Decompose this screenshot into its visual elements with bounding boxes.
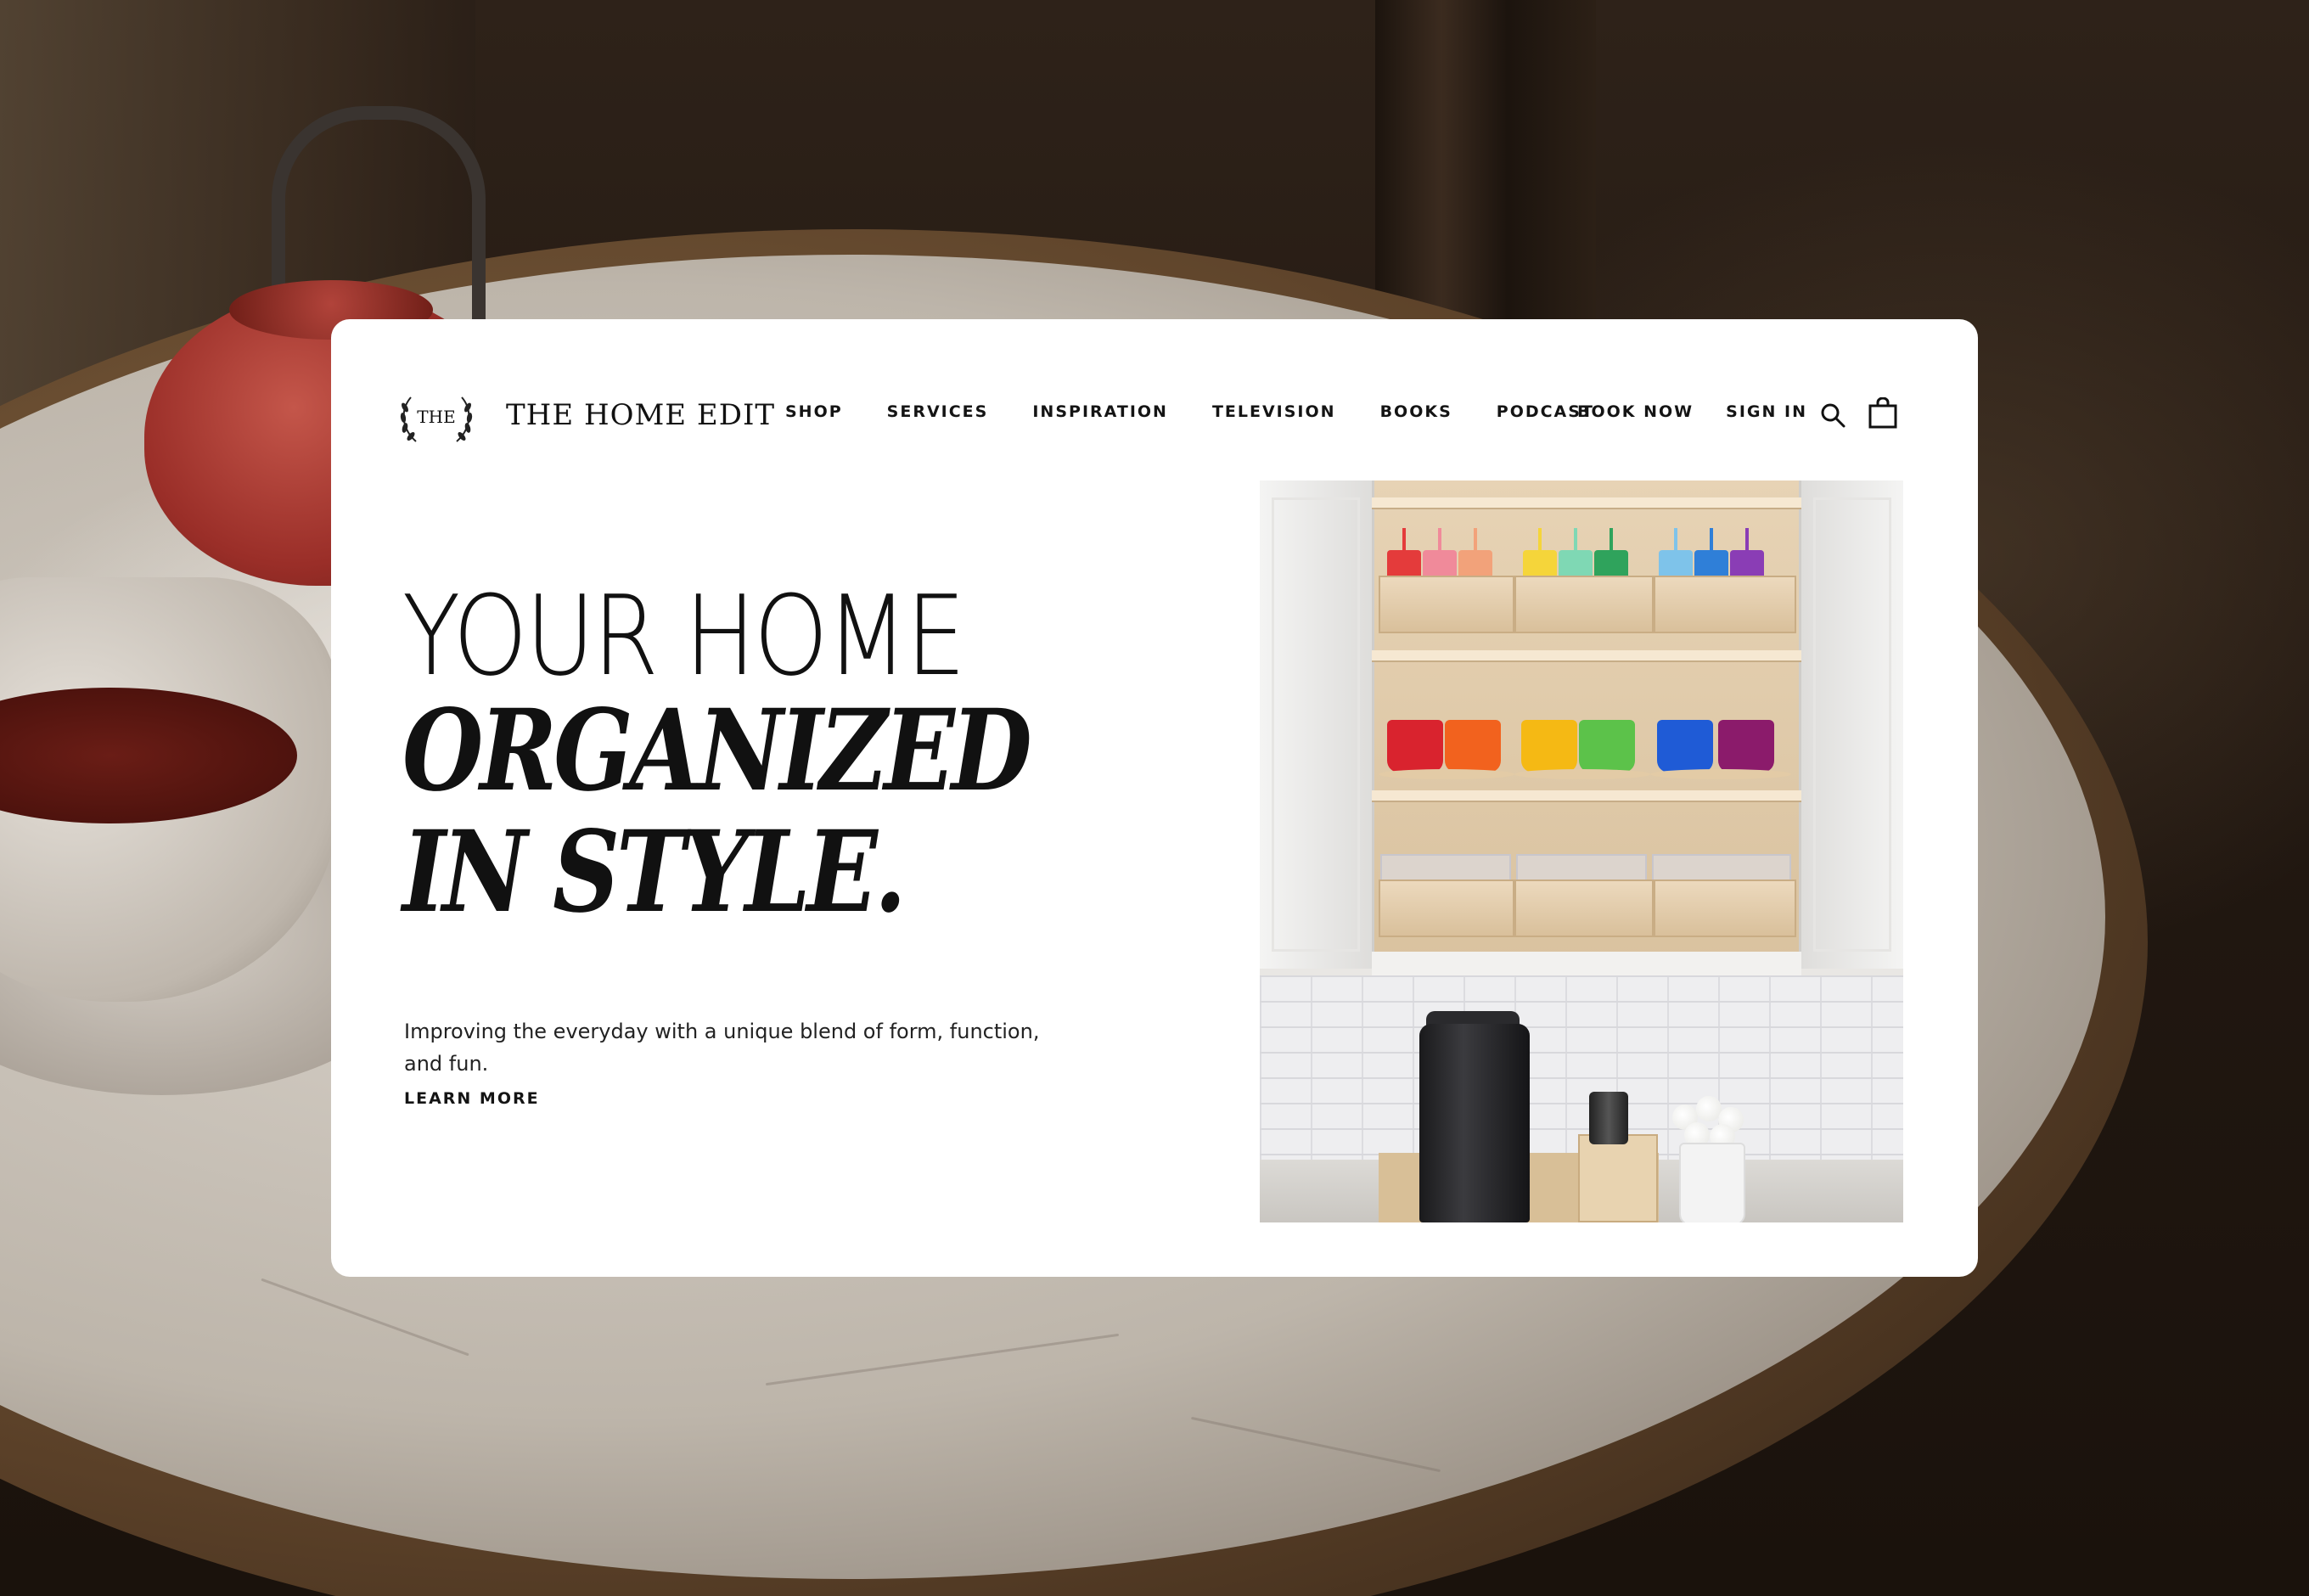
turntable (1514, 769, 1650, 779)
straw (1745, 528, 1749, 552)
mug (1718, 720, 1774, 773)
wood-bin (1514, 576, 1654, 633)
milk-frother (1589, 1092, 1628, 1144)
nav-item-television[interactable]: TELEVISION (1212, 402, 1336, 421)
headline-line-3: IN STYLE. (402, 806, 907, 938)
cabinet-bottom-frame (1372, 952, 1801, 975)
mug (1657, 720, 1713, 773)
cabinet-shelf (1372, 497, 1801, 509)
book-now-link[interactable]: BOOK NOW (1577, 402, 1694, 421)
wood-bin (1514, 879, 1654, 937)
straw (1538, 528, 1542, 552)
logo-monogram: THE (417, 407, 455, 427)
header-actions: BOOK NOW SIGN IN (1577, 402, 1840, 421)
straw (1674, 528, 1677, 552)
mug (1521, 720, 1577, 773)
learn-more-link[interactable]: LEARN MORE (404, 1089, 540, 1108)
coffee-machine (1419, 1024, 1530, 1222)
straw (1710, 528, 1713, 552)
straw (1438, 528, 1441, 552)
site-header: THE THE HOME EDIT SHOP SERVICES INSPIRAT… (331, 319, 1978, 506)
main-menu: SHOP SERVICES INSPIRATION TELEVISION BOO… (785, 402, 1638, 421)
hero-subtitle: Improving the everyday with a unique ble… (404, 1020, 1040, 1076)
wood-bin (1379, 576, 1514, 633)
turntable (1379, 769, 1514, 779)
website-card: THE THE HOME EDIT SHOP SERVICES INSPIRAT… (331, 319, 1978, 1277)
cabinet-shelf (1372, 650, 1801, 662)
turntable (1650, 769, 1791, 779)
straw (1610, 528, 1613, 552)
mug (1445, 720, 1501, 773)
wood-bin (1654, 879, 1796, 937)
straw (1402, 528, 1406, 552)
nav-item-books[interactable]: BOOKS (1380, 402, 1452, 421)
cabinet-door-left (1260, 480, 1374, 969)
pod-drawer (1578, 1134, 1658, 1222)
search-icon[interactable] (1818, 401, 1847, 430)
brand-name[interactable]: THE HOME EDIT (506, 398, 775, 432)
nav-item-shop[interactable]: SHOP (785, 402, 843, 421)
nav-item-services[interactable]: SERVICES (887, 402, 989, 421)
nav-item-inspiration[interactable]: INSPIRATION (1032, 402, 1168, 421)
headline-line-2: ORGANIZED (402, 685, 1032, 817)
mug (1579, 720, 1635, 773)
headline-line-1: YOUR HOME (402, 571, 966, 700)
hero-image (1260, 480, 1903, 1222)
cabinet-door-right (1799, 480, 1903, 969)
wood-bin (1379, 879, 1514, 937)
mug (1387, 720, 1443, 773)
hero-headline: YOUR HOME ORGANIZED IN STYLE. (402, 581, 1048, 933)
shopping-bag-icon[interactable] (1868, 397, 1898, 430)
vase (1679, 1143, 1745, 1222)
sign-in-link[interactable]: SIGN IN (1726, 402, 1807, 421)
straw (1574, 528, 1577, 552)
logo-laurel-icon[interactable]: THE (396, 389, 477, 448)
straw (1474, 528, 1477, 552)
cabinet-shelf (1372, 790, 1801, 802)
wood-bin (1654, 576, 1796, 633)
